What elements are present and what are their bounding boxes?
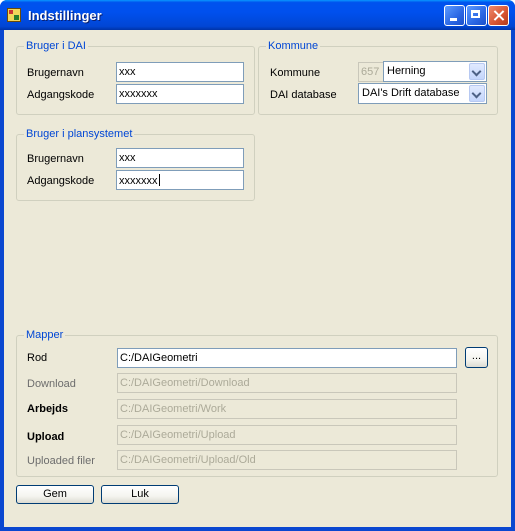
plan-password-input[interactable]: xxxxxxx (116, 170, 244, 190)
dialog-body: Bruger i DAI Brugernavn xxx Adgangskode … (4, 30, 511, 527)
dai-username-input[interactable]: xxx (116, 62, 244, 82)
settings-window: Indstillinger Bruger i DAI Brugernavn xx… (0, 0, 515, 531)
upload-path-input: C:/DAIGeometri/Upload (117, 425, 457, 445)
arbejds-label: Arbejds (27, 403, 68, 415)
window-title: Indstillinger (28, 8, 102, 23)
upload-label: Upload (27, 431, 65, 443)
arbejds-path-input: C:/DAIGeometri/Work (117, 399, 457, 419)
download-label: Download (27, 378, 76, 390)
kommune-code-field: 657 (358, 62, 384, 82)
chevron-down-icon[interactable] (469, 63, 485, 80)
close-button[interactable]: Luk (101, 485, 179, 504)
window-bottom-border (0, 527, 515, 531)
kommune-label: Kommune (270, 67, 321, 79)
minimize-button[interactable] (444, 5, 465, 26)
database-select[interactable]: DAI's Drift database (358, 83, 487, 104)
chevron-down-icon[interactable] (469, 85, 485, 102)
title-bar[interactable]: Indstillinger (0, 0, 515, 30)
rod-label: Rod (27, 352, 48, 364)
app-icon[interactable] (7, 8, 21, 22)
download-path-input: C:/DAIGeometri/Download (117, 373, 457, 393)
plan-password-label: Adgangskode (27, 175, 95, 187)
uploaded-path-input: C:/DAIGeometri/Upload/Old (117, 450, 457, 470)
plan-user-group: Bruger i plansystemet Brugernavn xxx Adg… (16, 128, 255, 201)
database-select-value: DAI's Drift database (362, 87, 460, 99)
dai-user-group: Bruger i DAI Brugernavn xxx Adgangskode … (16, 40, 255, 115)
close-window-button[interactable] (488, 5, 509, 26)
kommune-select[interactable]: Herning (383, 61, 487, 82)
maximize-button[interactable] (466, 5, 487, 26)
plan-password-value: xxxxxxx (119, 175, 158, 187)
save-button[interactable]: Gem (16, 485, 94, 504)
uploaded-label: Uploaded filer (27, 455, 95, 467)
kommune-select-value: Herning (387, 65, 426, 77)
dai-password-label: Adgangskode (27, 89, 95, 101)
rod-path-input[interactable]: C:/DAIGeometri (117, 348, 457, 368)
kommune-legend: Kommune (266, 40, 321, 52)
mapper-group: Mapper Rod C:/DAIGeometri ... Download C… (16, 329, 498, 477)
text-caret (158, 174, 160, 186)
dai-user-legend: Bruger i DAI (24, 40, 88, 52)
kommune-group: Kommune Kommune 657 Herning DAI database… (258, 40, 498, 115)
plan-user-legend: Bruger i plansystemet (24, 128, 135, 140)
plan-username-label: Brugernavn (27, 153, 84, 165)
plan-username-input[interactable]: xxx (116, 148, 244, 168)
browse-button[interactable]: ... (465, 347, 488, 368)
dai-username-label: Brugernavn (27, 67, 84, 79)
database-label: DAI database (270, 89, 337, 101)
mapper-legend: Mapper (24, 329, 66, 341)
dai-password-input[interactable]: xxxxxxx (116, 84, 244, 104)
